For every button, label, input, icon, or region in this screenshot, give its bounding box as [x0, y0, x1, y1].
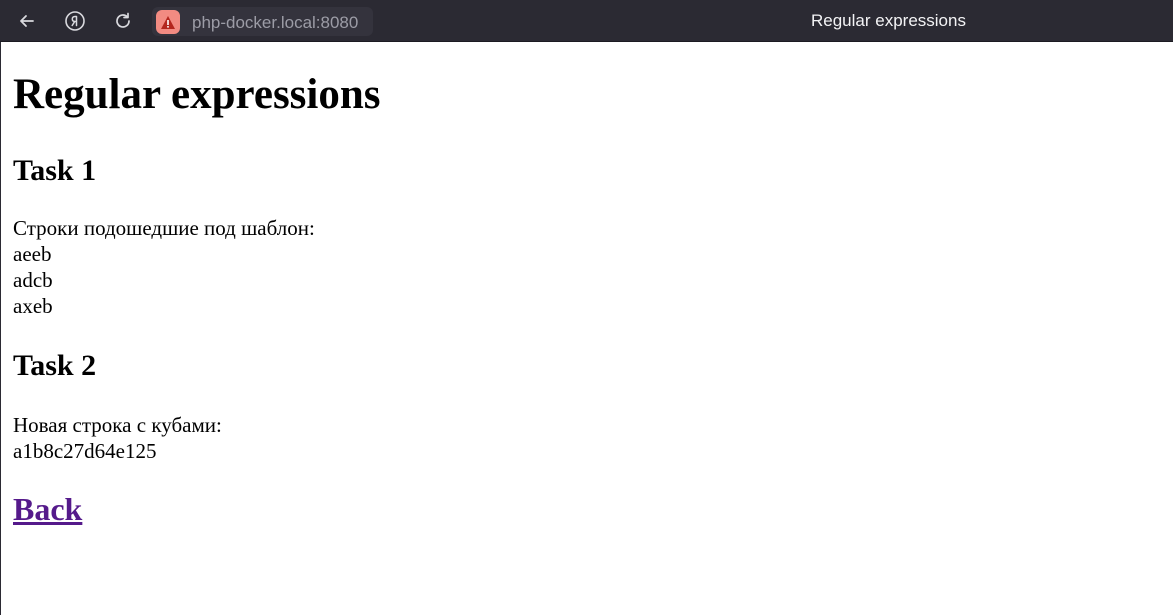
- back-arrow-icon-svg: [20, 15, 34, 27]
- task2-result: a1b8c27d64e125: [13, 439, 157, 463]
- back-arrow-icon[interactable]: [13, 7, 41, 35]
- task2-heading: Task 2: [13, 349, 97, 382]
- task1-match: aeeb: [13, 242, 52, 266]
- browser-toolbar: php-docker.local:8080 Regular expression…: [0, 0, 1173, 42]
- page-title: Regular expressions: [13, 71, 381, 118]
- warning-triangle-svg: [161, 15, 175, 29]
- task1-label: Строки подошедшие под шаблон:: [13, 216, 315, 240]
- reload-icon-svg: [116, 12, 130, 28]
- address-text[interactable]: php-docker.local:8080: [192, 13, 358, 33]
- yandex-icon-svg: [65, 11, 85, 31]
- address-bar[interactable]: php-docker.local:8080: [152, 7, 373, 36]
- page-content: Regular expressions Task 1 Строки подоше…: [0, 42, 1173, 615]
- reload-icon[interactable]: [109, 7, 137, 35]
- tab-title[interactable]: Regular expressions: [811, 11, 966, 31]
- task1-heading: Task 1: [13, 154, 97, 187]
- task2-label: Новая строка с кубами:: [13, 413, 222, 437]
- back-link[interactable]: Back: [13, 493, 82, 525]
- task1-match: axeb: [13, 294, 53, 318]
- yandex-icon[interactable]: [61, 7, 89, 35]
- warning-triangle-icon[interactable]: [156, 10, 180, 34]
- task1-match: adcb: [13, 268, 53, 292]
